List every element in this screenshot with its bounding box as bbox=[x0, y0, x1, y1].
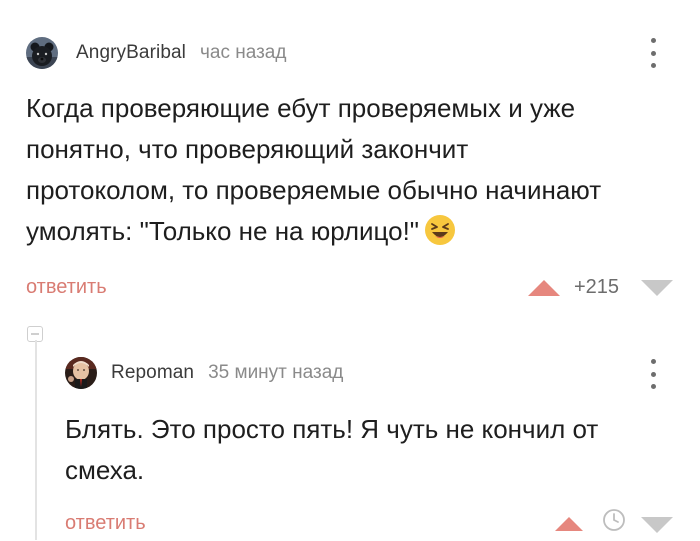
reply-link[interactable]: ответить bbox=[65, 512, 146, 535]
upvote-icon[interactable] bbox=[527, 279, 561, 297]
upvote-icon[interactable] bbox=[554, 516, 584, 532]
menu-dot bbox=[650, 384, 656, 389]
menu-dot bbox=[650, 371, 656, 377]
more-options-icon[interactable] bbox=[649, 359, 657, 389]
comment-text-content: Когда проверяющие ебут проверяемых и уже… bbox=[26, 93, 602, 246]
avatar[interactable] bbox=[65, 357, 97, 389]
man-avatar-icon bbox=[65, 357, 97, 389]
menu-dot bbox=[650, 359, 656, 364]
reply-link[interactable]: ответить bbox=[26, 276, 107, 299]
author-name[interactable]: AngryBaribal bbox=[76, 42, 186, 64]
author-name[interactable]: Repoman bbox=[111, 362, 194, 384]
clock-icon[interactable] bbox=[602, 508, 626, 532]
thread-line[interactable] bbox=[35, 340, 37, 540]
rating-value: +215 bbox=[574, 276, 620, 298]
menu-dot bbox=[650, 63, 656, 68]
menu-dot bbox=[650, 38, 656, 43]
downvote-icon[interactable] bbox=[640, 279, 674, 297]
comment-text: Когда проверяющие ебут проверяемых и уже… bbox=[26, 88, 686, 252]
comment-header: AngryBaribal час назад bbox=[26, 36, 286, 70]
downvote-icon[interactable] bbox=[640, 516, 674, 534]
more-options-icon[interactable] bbox=[649, 38, 657, 68]
menu-dot bbox=[650, 50, 656, 56]
comment-time: 35 минут назад bbox=[208, 362, 344, 383]
laughing-emoji-icon bbox=[425, 215, 456, 245]
comment-text: Блять. Это просто пять! Я чуть не кончил… bbox=[65, 414, 599, 485]
comment-header: Repoman 35 минут назад bbox=[65, 356, 343, 390]
avatar[interactable] bbox=[26, 37, 58, 69]
comment-time: час назад bbox=[199, 42, 287, 63]
bear-avatar-icon bbox=[26, 37, 58, 69]
